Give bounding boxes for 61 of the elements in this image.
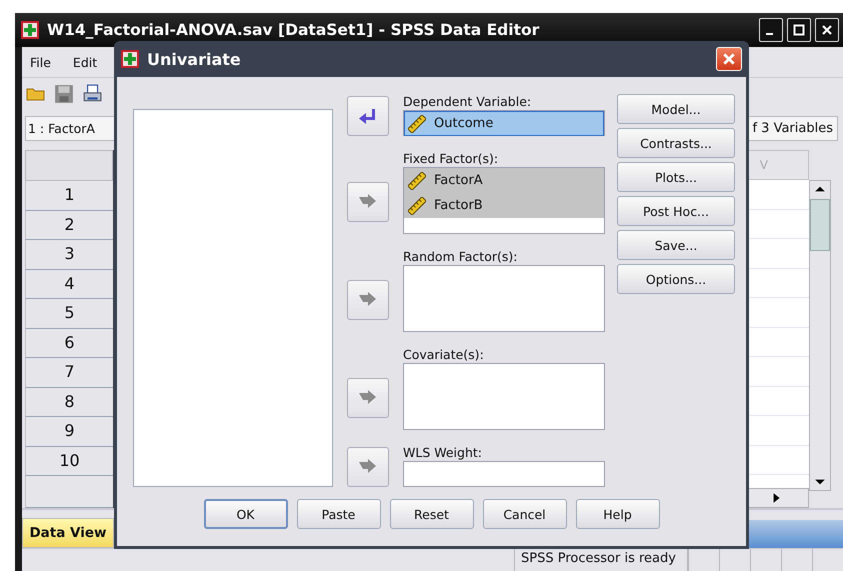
window-title: W14_Factorial-ANOVA.sav [DataSet1] - SPSS Data Editor: [47, 21, 540, 39]
minimize-button[interactable]: [759, 18, 783, 42]
row-header[interactable]: 7: [25, 358, 113, 388]
variable-field[interactable]: [403, 461, 605, 487]
variable-list[interactable]: [403, 363, 605, 430]
dialog-button[interactable]: Plots...: [617, 162, 735, 192]
row-header[interactable]: 6: [25, 328, 113, 358]
field-label: Dependent Variable:: [403, 94, 532, 110]
app-icon: [21, 21, 39, 39]
app-icon: [121, 50, 139, 68]
close-button[interactable]: [815, 18, 839, 42]
row-header[interactable]: 10: [25, 446, 113, 476]
view-tab[interactable]: Data View: [22, 518, 114, 548]
row-header[interactable]: [25, 476, 113, 508]
dialog-button[interactable]: Paste: [296, 499, 380, 529]
arrow-right-icon: [358, 194, 378, 210]
arrow-right-icon: [358, 292, 378, 308]
dialog-button[interactable]: Save...: [617, 230, 735, 260]
row-header[interactable]: 5: [25, 299, 113, 328]
dialog-button[interactable]: Options...: [617, 264, 735, 294]
save-icon[interactable]: [54, 84, 74, 104]
cell-reference: 1 : FactorA: [25, 116, 115, 140]
maximize-button[interactable]: [787, 18, 811, 42]
maximize-icon: [793, 24, 805, 36]
row-header[interactable]: 1: [25, 181, 113, 210]
printer-icon[interactable]: [82, 84, 102, 104]
row-header[interactable]: 9: [25, 417, 113, 446]
move-button[interactable]: [347, 96, 389, 136]
row-header[interactable]: 8: [25, 388, 113, 417]
close-icon: [722, 52, 736, 66]
dialog-button[interactable]: Reset: [390, 499, 474, 529]
scrollbar-thumb[interactable]: [810, 199, 830, 251]
menu-item[interactable]: File: [30, 54, 51, 70]
row-header[interactable]: 2: [25, 210, 113, 240]
dialog-button[interactable]: Cancel: [482, 499, 566, 529]
dialog-button[interactable]: Model...: [617, 94, 735, 124]
arrow-right-icon: [358, 390, 378, 406]
variable-item[interactable]: Outcome: [404, 111, 604, 136]
dialog-button[interactable]: Contrasts...: [617, 128, 735, 158]
dialog-button[interactable]: Help: [576, 499, 660, 529]
ruler-icon: [408, 114, 426, 132]
field-label: Fixed Factor(s):: [403, 151, 500, 167]
row-header[interactable]: 4: [25, 270, 113, 299]
close-icon: [821, 24, 833, 36]
dialog-title: Univariate: [147, 50, 242, 68]
vertical-scrollbar[interactable]: [809, 180, 831, 491]
arrow-right-icon: [358, 459, 378, 475]
dialog-button[interactable]: Post Hoc...: [617, 196, 735, 226]
variable-item[interactable]: FactorA: [404, 168, 604, 193]
variable-list[interactable]: FactorA FactorB: [403, 167, 605, 234]
field-label: Random Factor(s):: [403, 249, 518, 265]
field-label: WLS Weight:: [403, 445, 483, 461]
dialog-button[interactable]: OK: [204, 499, 288, 529]
variable-list[interactable]: [403, 265, 605, 332]
menu-item[interactable]: Edit: [72, 54, 98, 70]
arrow-left-icon: [358, 108, 378, 124]
variable-item[interactable]: FactorB: [404, 193, 604, 218]
row-header[interactable]: 3: [25, 240, 113, 270]
variable-count: f 3 Variables: [747, 116, 838, 140]
minimize-icon: [766, 33, 773, 35]
field-label: Covariate(s):: [403, 347, 485, 363]
